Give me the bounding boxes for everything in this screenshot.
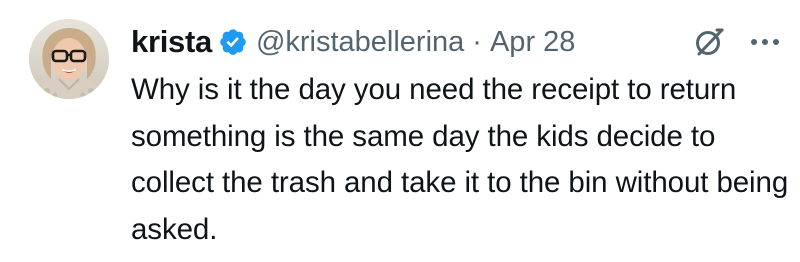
grok-icon[interactable] [693, 26, 725, 58]
author-handle[interactable]: @kristabellerina [256, 26, 464, 59]
tweet[interactable]: krista @kristabellerina · Apr 28 Why is … [0, 0, 800, 262]
tweet-text: Why is it the day you need the receipt t… [131, 73, 789, 246]
author-display-name[interactable]: krista [131, 24, 212, 60]
verified-badge-icon[interactable] [218, 27, 248, 57]
avatar-image [29, 19, 109, 99]
separator-dot: · [472, 25, 482, 58]
avatar[interactable] [29, 19, 109, 99]
tweet-date[interactable]: Apr 28 [490, 26, 575, 59]
more-options-icon[interactable] [748, 26, 782, 58]
tweet-header: krista @kristabellerina · Apr 28 [131, 20, 575, 64]
